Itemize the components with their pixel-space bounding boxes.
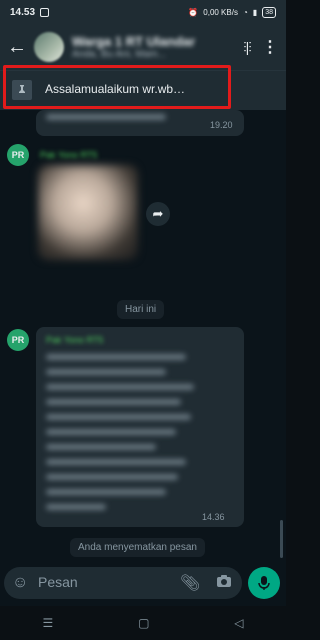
alarm-icon: ⏰ — [188, 7, 199, 17]
sender-avatar[interactable]: PR — [7, 144, 29, 166]
wifi-icon: ◔ — [242, 7, 248, 17]
system-navigation-bar: ☰ ▢ ◁ — [0, 606, 286, 640]
date-divider: Hari ini — [117, 300, 165, 319]
message-time: 14.36 — [202, 512, 225, 522]
data-speed: 0,00 KB/s — [203, 7, 238, 17]
chat-title-area[interactable]: Warga 1 RT Ulandar Anda, Bu Ani, Mam... — [72, 34, 234, 60]
battery-level: 38 — [262, 6, 276, 18]
message-time: 19.20 — [210, 120, 233, 130]
scrollbar[interactable] — [280, 520, 283, 558]
sender-name: Pak Yono RT5 — [46, 335, 104, 345]
chat-header: ← Warga 1 RT Ulandar Anda, Bu Ani, Mam..… — [0, 24, 286, 70]
status-bar: 14.53 ⏰ 0,00 KB/s ◔ ▮ 38 — [0, 0, 286, 24]
forward-icon[interactable]: ➦ — [146, 202, 170, 226]
camera-icon[interactable] — [216, 574, 232, 591]
recents-icon[interactable]: ☰ — [42, 616, 53, 630]
mic-icon — [258, 576, 270, 590]
camera-glyph — [217, 575, 231, 587]
back-nav-icon[interactable]: ◁ — [234, 616, 243, 630]
home-icon[interactable]: ▢ — [138, 616, 149, 630]
system-message: Anda menyematkan pesan — [70, 538, 205, 557]
chat-subtitle: Anda, Bu Ani, Mam... — [72, 49, 166, 60]
emoji-icon[interactable]: ☺ — [12, 574, 28, 592]
blurred-text — [46, 345, 196, 519]
sender-name: Pak Yono RT5 — [40, 150, 98, 160]
chat-title: Warga 1 RT Ulandar — [72, 34, 196, 49]
group-avatar[interactable] — [34, 32, 64, 62]
message-bubble[interactable]: Pak Yono RT5 14.36 — [36, 327, 244, 527]
signal-icon: ▮ — [252, 7, 258, 17]
more-vert-icon[interactable]: ⋮ — [260, 37, 280, 57]
sender-avatar[interactable]: PR — [7, 329, 29, 351]
instagram-notification-icon — [40, 7, 50, 17]
message-placeholder[interactable]: Pesan — [38, 574, 78, 590]
mic-button[interactable] — [248, 567, 280, 599]
blurred-text — [36, 114, 176, 120]
arrow-left-icon[interactable]: ← — [6, 36, 28, 59]
highlight-box — [3, 65, 231, 109]
paperclip-icon[interactable]: 📎︎ — [180, 573, 200, 593]
voice-call-icon[interactable]: ⫶|⫶ — [234, 39, 260, 56]
sticker-image[interactable] — [38, 165, 138, 260]
status-time: 14.53 — [10, 6, 36, 18]
